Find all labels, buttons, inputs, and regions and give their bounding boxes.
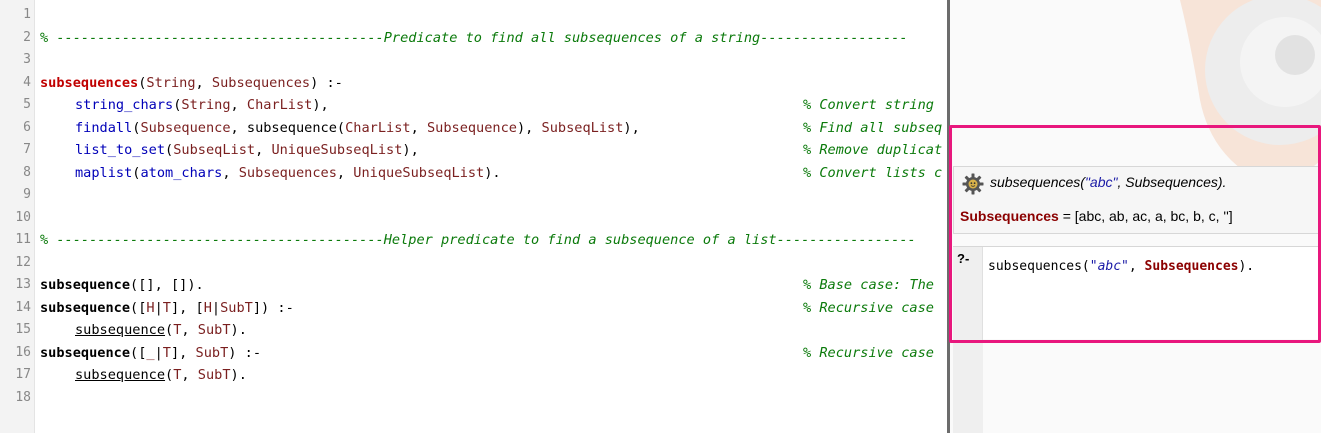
line-comment: % Remove duplicat: [803, 142, 943, 158]
query-result-card: subsequences("abc", Subsequences). Subse…: [953, 166, 1321, 234]
code-line: string_chars(String, CharList),: [75, 97, 329, 113]
code-line: list_to_set(SubseqList, UniqueSubseqList…: [75, 142, 419, 158]
recursive-call[interactable]: subsequence: [75, 322, 165, 338]
answer-variable: Subsequences: [960, 208, 1059, 224]
line-number-gutter: 1 2 3 4 5 6 7 8 9 10 11 12 13 14 15 16 1…: [0, 0, 35, 433]
line-number: 10: [15, 209, 31, 225]
line-number: 12: [15, 254, 31, 270]
query-gutter-extension: [953, 343, 983, 433]
builtin-predicate: findall: [75, 119, 133, 136]
code-line: subsequence([_|T], SubT) :-: [40, 344, 262, 361]
variable: SubT: [197, 367, 231, 383]
line-number: 3: [23, 52, 31, 67]
line-comment: % Recursive case: [803, 299, 934, 316]
line-number: 2: [23, 29, 31, 45]
variable: Subsequence: [140, 119, 231, 136]
code-line: subsequence([], []).: [40, 277, 204, 293]
query-gutter: ?-: [953, 247, 983, 340]
query-prompt: ?-: [957, 251, 970, 266]
clause-head-name: subsequence: [40, 277, 131, 293]
line-number: 14: [15, 299, 31, 315]
code-line: subsequence(T, SubT).: [75, 322, 247, 338]
query-input-editor[interactable]: ?- subsequences("abc", Subsequences).: [953, 246, 1321, 340]
clause-head-name: subsequence: [40, 299, 131, 316]
query-text[interactable]: subsequences("abc", Subsequences).: [988, 259, 1254, 274]
variable: H: [203, 299, 212, 316]
section-comment: % --------------------------------------…: [40, 232, 916, 248]
variable: SubT: [197, 322, 231, 338]
code-line: subsequence([H|T], [H|SubT]) :-: [40, 299, 294, 316]
builtin-predicate: list_to_set: [75, 142, 166, 158]
builtin-predicate: string_chars: [75, 97, 174, 113]
variable: T: [162, 344, 171, 361]
variable: Subsequences: [1144, 259, 1239, 274]
line-number: 1: [23, 7, 31, 22]
query-echo: subsequences("abc", Subsequences).: [990, 174, 1227, 190]
line-number: 5: [23, 97, 31, 112]
line-comment: % Base case: The: [803, 277, 934, 293]
variable: SubseqList: [541, 119, 624, 136]
line-number: 11: [15, 232, 31, 247]
line-comment: % Convert string: [803, 97, 934, 113]
clause-head-name: subsequence: [40, 344, 131, 361]
line-number: 9: [23, 187, 31, 202]
clause-head-name: subsequences: [40, 74, 139, 91]
builtin-predicate: atom_chars: [140, 164, 223, 181]
answer-value: = [abc, ab, ac, a, bc, b, c, '']: [1058, 208, 1233, 224]
query-answer: Subsequences = [abc, ab, ac, a, bc, b, c…: [960, 208, 1233, 224]
line-number: 7: [23, 142, 31, 157]
line-number: 8: [23, 164, 31, 180]
variable: T: [162, 299, 171, 316]
code-line: subsequence(T, SubT).: [75, 367, 247, 383]
variable: Subsequences: [211, 74, 311, 91]
variable: UniqueSubseqList: [271, 142, 403, 158]
recursive-call[interactable]: subsequence: [75, 367, 165, 383]
variable: UniqueSubseqList: [353, 164, 485, 181]
variable: String: [181, 97, 231, 113]
code-editor[interactable]: 1 2 3 4 5 6 7 8 9 10 11 12 13 14 15 16 1…: [0, 0, 947, 433]
line-number: 17: [15, 367, 31, 382]
builtin-predicate: maplist: [75, 164, 133, 181]
code-line: findall(Subsequence, subsequence(CharLis…: [75, 119, 640, 136]
variable: SubT: [220, 299, 253, 316]
variable: Subsequence: [426, 119, 517, 136]
code-line: subsequences(String, Subsequences) :-: [40, 74, 343, 91]
section-comment: % --------------------------------------…: [40, 29, 908, 46]
line-number: 6: [23, 119, 31, 135]
line-comment: % Find all subseq: [803, 119, 943, 136]
line-number: 18: [15, 389, 31, 405]
variable: String: [146, 74, 196, 91]
line-number: 13: [15, 277, 31, 292]
code-line: maplist(atom_chars, Subsequences, Unique…: [75, 164, 501, 181]
variable: SubseqList: [173, 142, 256, 158]
line-number: 16: [15, 344, 31, 360]
line-comment: % Recursive case: [803, 344, 934, 361]
variable: SubT: [195, 344, 229, 361]
variable: H: [146, 299, 155, 316]
variable: CharList: [345, 119, 411, 136]
variable: CharList: [246, 97, 313, 113]
variable: _: [146, 344, 155, 361]
string-literal: "abc": [1084, 174, 1118, 190]
line-number: 4: [23, 74, 31, 90]
string-literal: "abc": [1089, 259, 1129, 274]
gear-icon[interactable]: [962, 173, 984, 195]
line-number: 15: [15, 322, 31, 337]
variable: Subsequences: [238, 164, 337, 181]
line-comment: % Convert lists c: [803, 164, 943, 181]
